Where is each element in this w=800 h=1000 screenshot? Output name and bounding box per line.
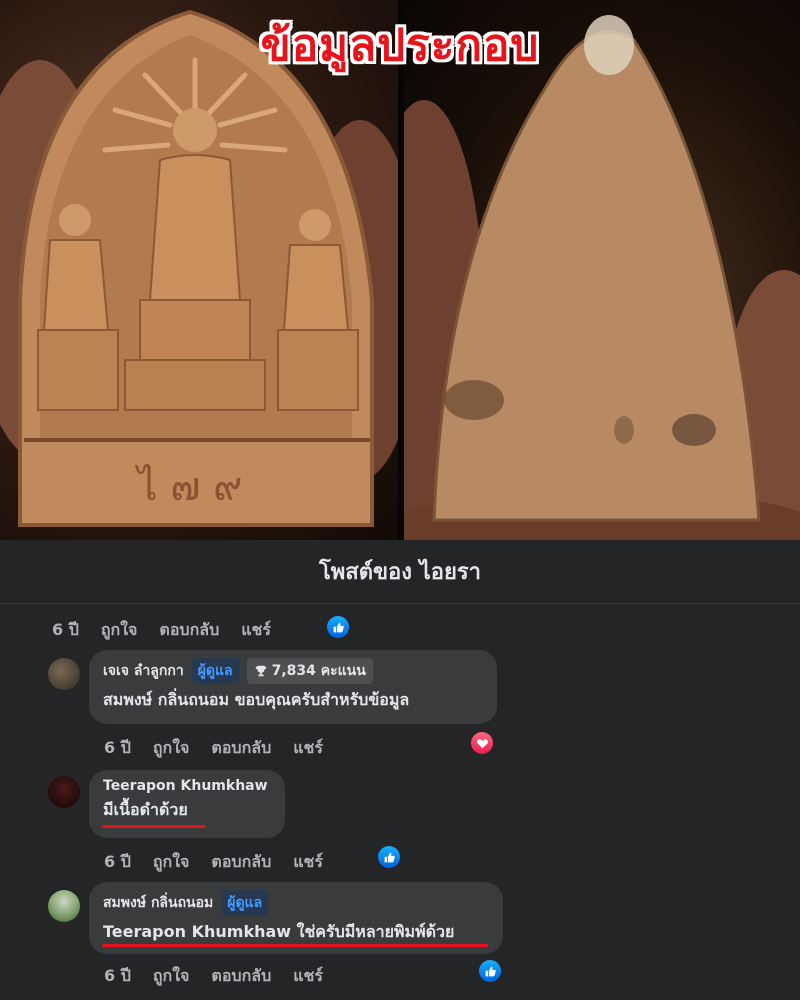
reply-action[interactable]: ตอบกลับ: [211, 850, 271, 875]
amulet-back-photo: [404, 0, 800, 540]
avatar[interactable]: [48, 658, 80, 690]
reply-action[interactable]: ตอบกลับ: [211, 964, 271, 989]
comment-author[interactable]: เจเจ ลำลูกกา: [103, 660, 184, 682]
like-icon[interactable]: [479, 960, 501, 982]
comment-body: มีเนื้อดำด้วย: [103, 800, 188, 819]
red-underline-mark: [102, 944, 488, 947]
avatar[interactable]: [48, 776, 80, 808]
amulet-back-illustration: [404, 15, 800, 540]
red-underline-mark: [102, 825, 206, 828]
post-header-title: โพสต์ของ ไอยรา: [318, 560, 482, 585]
share-action[interactable]: แชร์: [293, 850, 323, 875]
comment-actions: 6 ปี ถูกใจ ตอบกลับ แชร์: [104, 964, 323, 989]
avatar[interactable]: [48, 890, 80, 922]
image-overlay-title: ข้อมูลประกอบ: [260, 20, 540, 71]
like-action[interactable]: ถูกใจ: [101, 618, 138, 643]
previous-comment-actions: 6 ปี ถูกใจ ตอบกลับ แชร์: [52, 618, 271, 643]
amulet-front-illustration: ไ ๗ ๙: [0, 9, 398, 527]
comment-text: Teerapon Khumkhaw ใช่ครับมีหลายพิมพ์ด้วย: [103, 920, 489, 945]
like-action[interactable]: ถูกใจ: [153, 850, 190, 875]
points-badge: 7,834 คะแนน: [246, 658, 373, 684]
points-badge-label: 7,834 คะแนน: [271, 663, 366, 679]
share-action[interactable]: แชร์: [241, 618, 271, 643]
like-action[interactable]: ถูกใจ: [153, 964, 190, 989]
reply-action[interactable]: ตอบกลับ: [211, 736, 271, 761]
post-image[interactable]: ไ ๗ ๙ ข้อมูลประกอบ: [0, 0, 800, 540]
amulet-front-photo: ไ ๗ ๙: [0, 0, 398, 540]
comment-bubble: เจเจ ลำลูกกา ผู้ดูแล 7,834 คะแนน สมพงษ์ …: [89, 650, 497, 724]
comment-time[interactable]: 6 ปี: [104, 850, 131, 875]
like-action[interactable]: ถูกใจ: [153, 736, 190, 761]
reply-action[interactable]: ตอบกลับ: [159, 618, 219, 643]
love-icon[interactable]: [471, 732, 493, 754]
admin-badge: ผู้ดูแล: [221, 890, 269, 916]
comment-actions: 6 ปี ถูกใจ ตอบกลับ แชร์: [104, 736, 323, 761]
comment-author[interactable]: สมพงษ์ กลิ่นถนอม: [103, 892, 213, 914]
comments-section: 6 ปี ถูกใจ ตอบกลับ แชร์ เจเจ ลำลูกกา ผู้…: [0, 604, 800, 1000]
post-header: โพสต์ของ ไอยรา: [0, 540, 800, 604]
comment-time[interactable]: 6 ปี: [104, 964, 131, 989]
comment-author[interactable]: Teerapon Khumkhaw: [103, 778, 268, 794]
mention-link[interactable]: Teerapon Khumkhaw: [103, 922, 291, 941]
like-icon[interactable]: [378, 846, 400, 868]
share-action[interactable]: แชร์: [293, 736, 323, 761]
mention-link[interactable]: สมพงษ์ กลิ่นถนอม: [103, 690, 229, 709]
comment-body: ขอบคุณครับสำหรับข้อมูล: [234, 690, 410, 709]
amulet-inscription: ไ ๗ ๙: [135, 464, 243, 510]
share-action[interactable]: แชร์: [293, 964, 323, 989]
admin-badge: ผู้ดูแล: [191, 658, 239, 684]
comment-text: สมพงษ์ กลิ่นถนอม ขอบคุณครับสำหรับข้อมูล: [103, 688, 483, 713]
comment-actions: 6 ปี ถูกใจ ตอบกลับ แชร์: [104, 850, 323, 875]
trophy-icon: [255, 665, 266, 677]
like-icon[interactable]: [327, 616, 349, 638]
comment-time[interactable]: 6 ปี: [104, 736, 131, 761]
comment-body: ใช่ครับมีหลายพิมพ์ด้วย: [296, 922, 455, 941]
comment-time[interactable]: 6 ปี: [52, 618, 79, 643]
